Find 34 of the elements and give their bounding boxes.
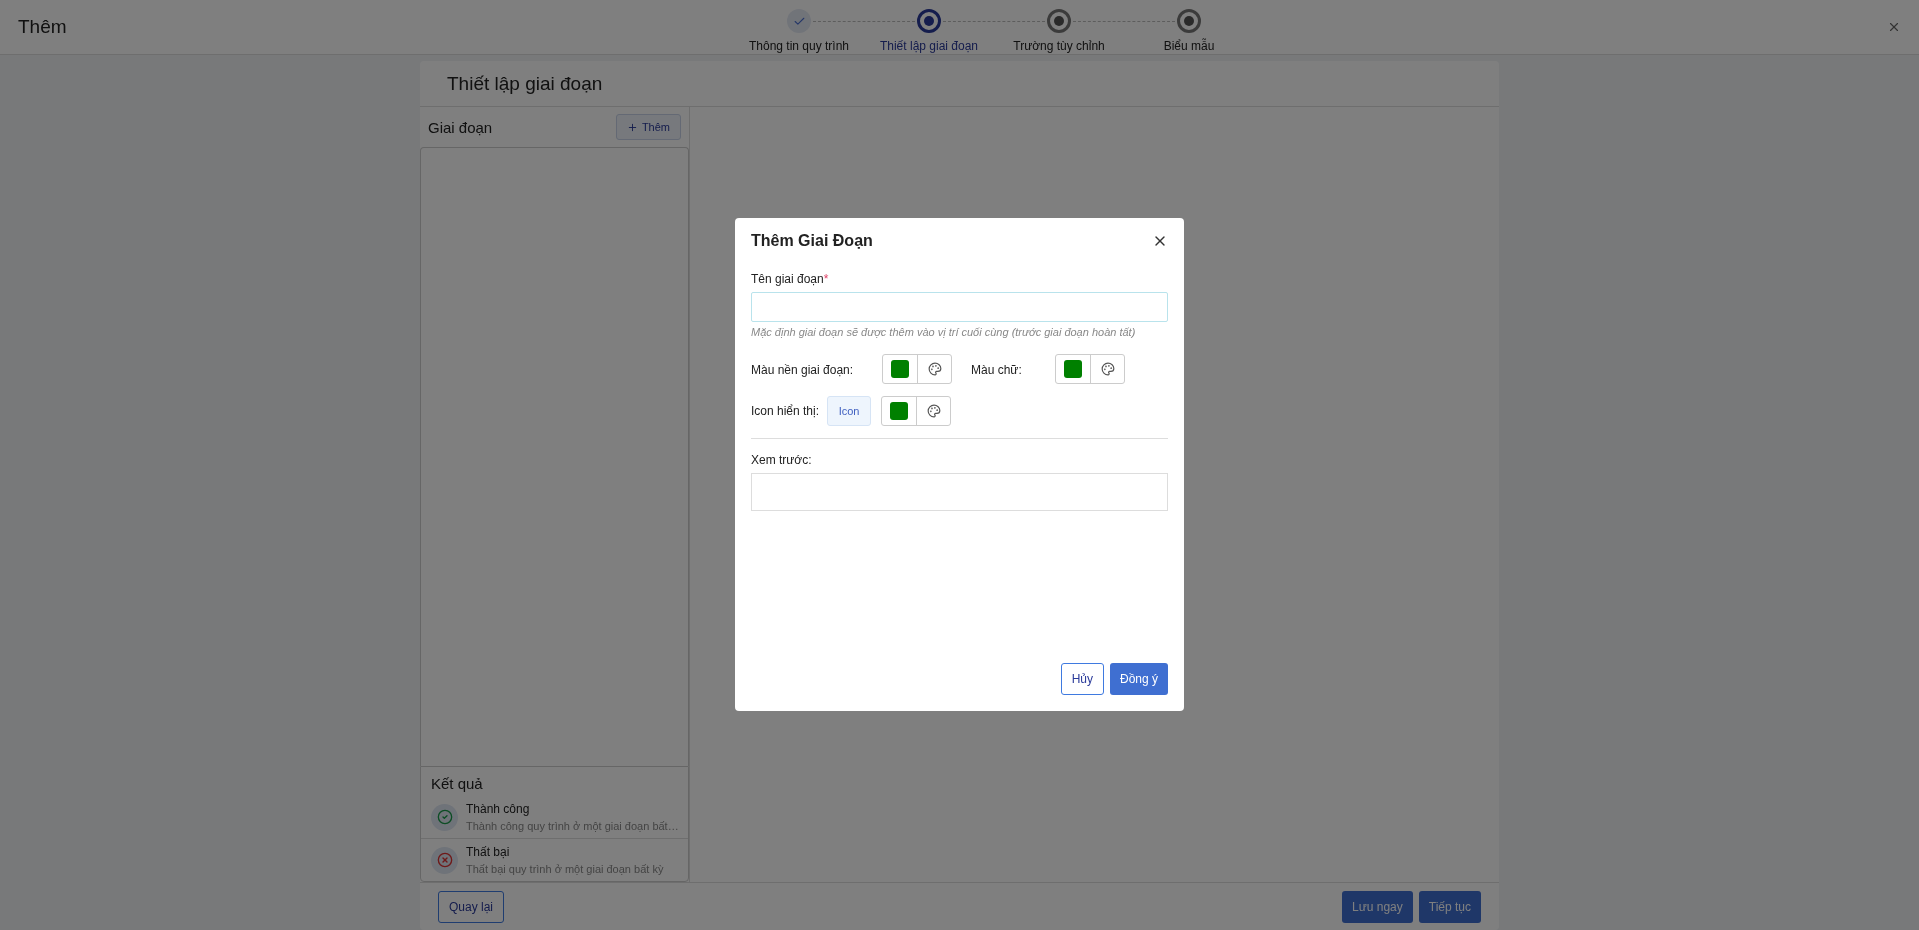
add-button[interactable]: Thêm [615, 114, 681, 140]
x-circle-icon [436, 852, 453, 868]
panel-title: Giai đoạn [428, 118, 493, 136]
check-circle-icon [436, 809, 453, 825]
step-label[interactable]: Thông tin quy trình [748, 39, 850, 53]
field-hint: Mặc định giai đoạn sẽ được thêm vào vị trí cuối cùng (trước giai đoạn hoàn tất) [751, 326, 1137, 338]
dialog-title: Thêm Giai Đoạn [751, 232, 873, 250]
field-label: Xem trước: [751, 453, 813, 467]
results-title: Kết quả [431, 775, 483, 792]
result-title: Thất bại [466, 845, 511, 859]
color-picker[interactable] [1055, 354, 1125, 384]
cancel-button[interactable]: Hủy [1060, 663, 1104, 695]
icon-button[interactable]: Icon [827, 396, 872, 426]
palette-icon [926, 404, 941, 418]
input-field[interactable] [751, 292, 1168, 322]
save-button[interactable]: Lưu ngay [1342, 890, 1413, 923]
page-title: Thiết lập giai đoạn [447, 72, 603, 95]
color-picker[interactable] [881, 396, 952, 426]
step-label[interactable]: Trường tùy chỉnh [1013, 39, 1105, 53]
field-label: Icon hiển thị: [751, 404, 820, 418]
result-title: Thành công [466, 802, 531, 816]
field-label: Tên giai đoạn* [751, 272, 830, 286]
ok-button[interactable]: Đồng ý [1109, 663, 1168, 695]
step-label[interactable]: Biểu mẫu [1163, 39, 1215, 53]
back-button[interactable]: Quay lại [438, 890, 505, 923]
plus-icon [626, 121, 638, 133]
palette-icon [1100, 362, 1115, 376]
field-label: Màu nền giai đoạn: [751, 363, 854, 377]
palette-icon [927, 362, 942, 376]
field-label: Màu chữ: [971, 363, 1022, 377]
color-picker[interactable] [882, 354, 952, 384]
next-button[interactable]: Tiếp tục [1418, 890, 1481, 923]
step-label[interactable]: Thiết lập giai đoạn [879, 39, 979, 53]
window-title: Thêm [18, 16, 67, 38]
